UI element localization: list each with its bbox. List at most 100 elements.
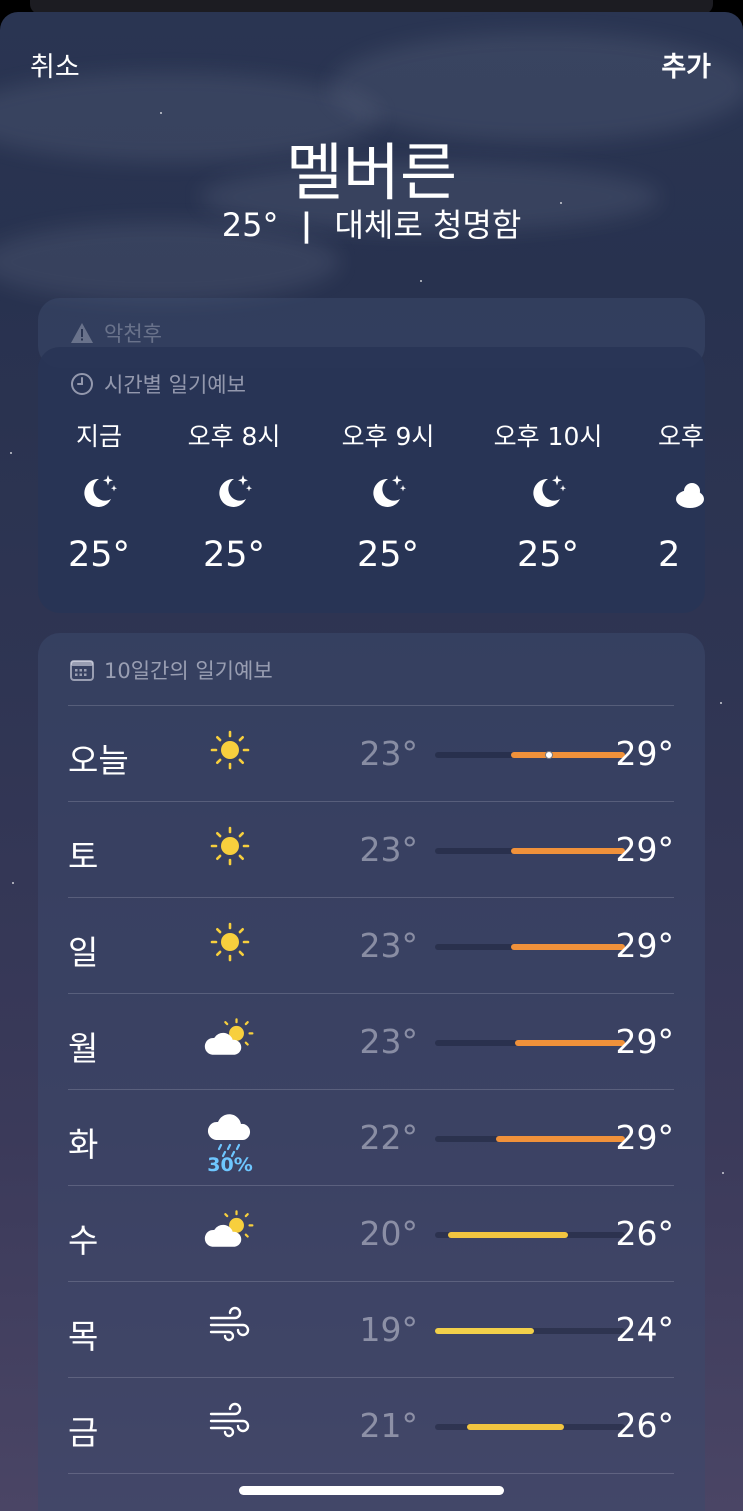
temp-range-bar	[467, 1424, 565, 1430]
temp-range-track	[435, 1232, 625, 1238]
day-low-temp: 23°	[359, 926, 419, 965]
day-row[interactable]: 월 23° 29°	[68, 993, 674, 1089]
hour-label: 오후 9시	[341, 422, 435, 451]
day-row[interactable]: 토 23° 29°	[68, 801, 674, 897]
wind-icon	[203, 1400, 257, 1454]
day-high-temp: 26°	[615, 1406, 675, 1445]
hourly-scroll-list[interactable]: 지금 25° 오후 8시 25° 오후 9시 25° 오후 10시 25° 오후…	[38, 417, 705, 597]
daily-forecast-list: 오늘 23° 29° 토 23° 29° 일 23° 29° 월 23° 29° 화 30% 22° 29° 수…	[68, 705, 674, 1511]
star	[420, 280, 422, 282]
day-high-temp: 29°	[615, 830, 675, 869]
moon-stars-icon	[38, 469, 169, 513]
warning-triangle-icon	[70, 322, 94, 344]
day-row[interactable]: 수 20° 26°	[68, 1185, 674, 1281]
day-low-temp: 23°	[359, 830, 419, 869]
day-row[interactable]: 일 23° 29°	[68, 897, 674, 993]
temp-range-track	[435, 944, 625, 950]
day-row[interactable]: 목 19° 24°	[68, 1281, 674, 1377]
day-row[interactable]: 오늘 23° 29°	[68, 705, 674, 801]
hour-item: 오후 2	[658, 417, 705, 575]
current-temp-dot	[545, 751, 553, 759]
temp-range-track	[435, 1328, 625, 1334]
temp-range-bar	[448, 1232, 568, 1238]
temp-range-bar	[511, 848, 625, 854]
temp-range-track	[435, 751, 625, 759]
day-row[interactable]: 화 30% 22° 29°	[68, 1089, 674, 1185]
star	[10, 452, 12, 454]
day-low-temp: 21°	[359, 1406, 419, 1445]
weather-preview-sheet: 취소 추가 멜버른 25° | 대체로 청명함 악천후 시간별 일기예보 지금	[0, 12, 743, 1511]
current-temp: 25°	[221, 206, 279, 244]
temp-range-bar	[511, 944, 625, 950]
hour-temp: 25°	[356, 535, 420, 575]
temp-range-track	[435, 1424, 625, 1430]
hour-label: 지금	[75, 422, 122, 451]
day-high-temp: 29°	[615, 1022, 675, 1061]
day-name: 월	[68, 1029, 99, 1068]
sun-icon	[203, 728, 257, 782]
temp-range-track	[435, 1040, 625, 1046]
day-low-temp: 19°	[359, 1310, 419, 1349]
moon-stars-icon	[478, 469, 618, 513]
daily-forecast-card[interactable]: 10일간의 일기예보 오늘 23° 29° 토 23° 29° 일 23° 29° 월 23° 29°…	[38, 633, 705, 1511]
hour-temp: 2	[658, 535, 681, 575]
partly-cloudy-icon	[203, 1016, 257, 1070]
day-high-temp: 24°	[615, 1310, 675, 1349]
daily-forecast-title: 10일간의 일기예보	[104, 659, 273, 683]
day-name: 금	[68, 1413, 99, 1452]
temp-range-track	[435, 848, 625, 854]
precipitation-chance: 30%	[207, 1154, 253, 1176]
hour-temp: 25°	[202, 535, 266, 575]
star	[720, 702, 722, 704]
wind-icon	[203, 1304, 257, 1358]
hourly-forecast-title: 시간별 일기예보	[104, 373, 246, 397]
hour-item: 오후 9시 25°	[318, 417, 458, 575]
star	[160, 112, 162, 114]
hour-item: 지금 25°	[38, 417, 169, 575]
day-name: 일	[68, 933, 99, 972]
day-high-temp: 29°	[615, 926, 675, 965]
day-low-temp: 22°	[359, 1118, 419, 1157]
day-high-temp: 26°	[615, 1214, 675, 1253]
hour-temp: 25°	[67, 535, 131, 575]
hour-temp: 25°	[516, 535, 580, 575]
sun-icon	[203, 920, 257, 974]
day-name: 화	[68, 1125, 99, 1164]
severe-weather-title: 악천후	[104, 322, 162, 346]
moon-stars-icon	[164, 469, 304, 513]
day-low-temp: 23°	[359, 1022, 419, 1061]
temp-range-bar	[435, 1328, 534, 1334]
current-condition: 대체로 청명함	[334, 206, 522, 244]
cancel-button[interactable]: 취소	[30, 45, 80, 84]
day-low-temp: 20°	[359, 1214, 419, 1253]
daily-forecast-header: 10일간의 일기예보	[70, 655, 273, 685]
day-name: 오늘	[68, 741, 129, 780]
day-high-temp: 29°	[615, 1118, 675, 1157]
current-summary: 25° | 대체로 청명함	[0, 200, 743, 246]
hour-item: 오후 10시 25°	[478, 417, 618, 575]
star	[722, 1172, 724, 1174]
hour-item: 오후 8시 25°	[164, 417, 304, 575]
cloud-moon-icon	[658, 469, 705, 513]
clock-icon	[70, 372, 94, 396]
day-name: 수	[68, 1221, 99, 1260]
home-indicator[interactable]	[239, 1486, 504, 1495]
moon-stars-icon	[318, 469, 458, 513]
hour-label: 오후	[658, 422, 705, 451]
summary-separator: |	[300, 206, 313, 244]
hourly-forecast-card[interactable]: 시간별 일기예보 지금 25° 오후 8시 25° 오후 9시 25° 오후 1…	[38, 347, 705, 613]
day-high-temp: 29°	[615, 734, 675, 773]
sun-icon	[203, 824, 257, 878]
temp-range-bar	[514, 1040, 625, 1046]
day-name: 목	[68, 1317, 99, 1356]
temp-range-bar	[511, 752, 625, 758]
hourly-forecast-header: 시간별 일기예보	[70, 369, 246, 399]
severe-weather-header: 악천후	[70, 318, 162, 348]
hour-label: 오후 10시	[493, 422, 603, 451]
day-name: 토	[68, 837, 99, 876]
day-row[interactable]: 금 21° 26°	[68, 1377, 674, 1473]
calendar-icon	[70, 659, 94, 681]
temp-range-bar	[495, 1136, 625, 1142]
add-button[interactable]: 추가	[661, 45, 711, 84]
hour-label: 오후 8시	[187, 422, 281, 451]
